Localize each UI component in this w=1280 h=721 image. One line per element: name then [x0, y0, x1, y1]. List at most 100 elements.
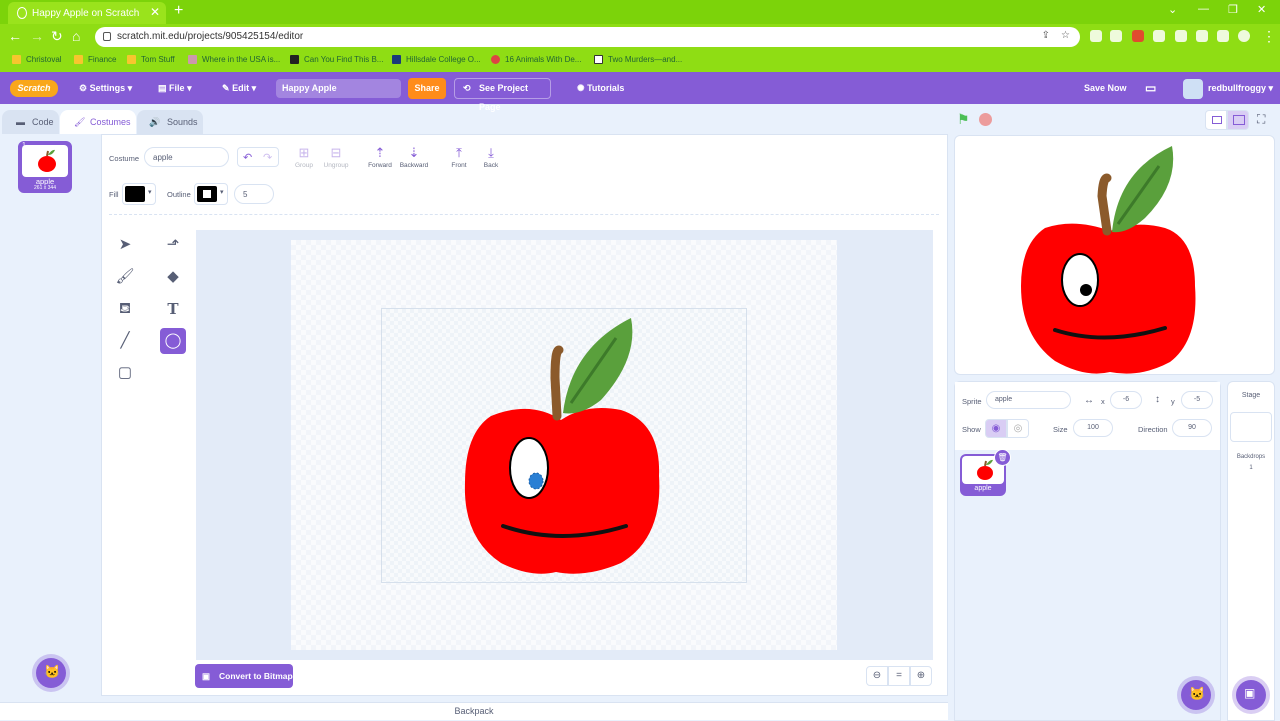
maximize-icon[interactable]: ❐ [1228, 3, 1238, 16]
forward-button[interactable]: ⇡ Forward [362, 146, 398, 170]
rectangle-tool[interactable]: ▢ [112, 360, 138, 386]
browser-tab[interactable]: Happy Apple on Scratch ✕ [8, 2, 166, 24]
edit-menu[interactable]: ✎ Edit ▾ [222, 83, 256, 94]
tab-costumes[interactable]: 🖌 Costumes [60, 110, 136, 134]
bookmark-star-icon[interactable]: ☆ [1061, 30, 1070, 41]
see-project-page-button[interactable]: ⟲ See Project Page [454, 78, 551, 112]
tutorials-button[interactable]: ✺ Tutorials [577, 83, 624, 94]
bookmark-item[interactable]: Hillsdale College O... [392, 55, 481, 64]
convert-to-bitmap-button[interactable]: ▣ Convert to Bitmap [195, 664, 293, 688]
sidebar-icon[interactable] [1217, 30, 1229, 42]
extension-icon-3[interactable] [1132, 30, 1144, 42]
extension-icon-4[interactable] [1153, 30, 1165, 42]
sprite-card[interactable]: apple 🗑 [960, 449, 1011, 496]
delete-sprite-icon[interactable]: 🗑 [994, 449, 1011, 466]
show-visible-button[interactable]: ◉ [985, 419, 1007, 438]
home-icon[interactable]: ⌂ [72, 28, 80, 44]
new-tab-icon[interactable]: + [174, 2, 183, 20]
stage[interactable] [954, 135, 1275, 375]
back-button[interactable]: ⤓ Back [473, 146, 509, 170]
extensions-puzzle-icon[interactable] [1175, 30, 1187, 42]
show-hidden-button[interactable]: ◎ [1007, 419, 1029, 438]
tab-search-icon[interactable]: ⌄ [1168, 3, 1177, 16]
apple-eye-shape[interactable] [509, 437, 549, 499]
small-stage-button[interactable] [1205, 110, 1227, 130]
tab-code[interactable]: ▬ Code [2, 110, 59, 134]
costume-card[interactable]: 1 apple 261 x 344 [18, 141, 72, 193]
bookmark-item[interactable]: 16 Animals With De... [491, 55, 581, 64]
save-now-button[interactable]: Save Now [1084, 83, 1127, 93]
extension-icon-2[interactable] [1110, 30, 1122, 42]
bookmark-item[interactable]: Tom Stuff [127, 55, 175, 64]
account-menu[interactable]: redbullfroggy ▾ [1208, 83, 1273, 94]
pupil-in-progress-shape[interactable] [528, 472, 544, 490]
ungroup-button[interactable]: ⊟ Ungroup [318, 146, 354, 170]
text-tool[interactable]: T [160, 296, 186, 322]
size-input[interactable]: 100 [1073, 419, 1113, 437]
reshape-tool[interactable]: ⬏ [160, 232, 186, 258]
back-arrow-icon[interactable]: ← [8, 28, 22, 44]
bookmark-item[interactable]: Finance [74, 55, 116, 64]
forward-arrow-icon[interactable]: → [30, 28, 44, 44]
front-button[interactable]: ⤒ Front [441, 146, 477, 170]
scratch-logo[interactable]: Scratch [10, 80, 58, 97]
zoom-out-button[interactable]: ⊖ [866, 666, 888, 686]
group-button[interactable]: ⊞ Group [286, 146, 322, 170]
circle-tool[interactable]: ◯ [160, 328, 186, 354]
apple-body-shape[interactable] [464, 407, 660, 574]
browser-menu-icon[interactable]: ⋮ [1262, 28, 1276, 45]
fullscreen-icon[interactable]: ⛶ [1257, 112, 1265, 127]
share-button[interactable]: Share [408, 78, 446, 99]
close-tab-icon[interactable]: ✕ [150, 5, 160, 19]
bookmark-item[interactable]: Christoval [12, 55, 62, 64]
username: redbullfroggy [1208, 83, 1266, 93]
bookmark-item[interactable]: Two Murders—and... [594, 55, 682, 64]
zoom-in-button[interactable]: ⊕ [910, 666, 932, 686]
stage-apple-sprite[interactable] [955, 136, 1276, 376]
url-bar[interactable]: scratch.mit.edu/projects/905425154/edito… [95, 27, 1080, 47]
stop-sign-icon[interactable] [979, 113, 992, 126]
redo-icon[interactable]: ↷ [263, 151, 272, 164]
x-input[interactable]: -6 [1110, 391, 1142, 409]
backward-button[interactable]: ⇣ Backward [396, 146, 432, 170]
apple-stem-shape[interactable] [550, 345, 564, 421]
download-icon[interactable] [1196, 30, 1208, 42]
chevron-down-icon: ▾ [220, 189, 224, 196]
zoom-reset-button[interactable]: = [888, 666, 910, 686]
my-stuff-folder-icon[interactable]: ▭ [1145, 81, 1156, 95]
apple-drawing[interactable] [381, 308, 747, 583]
stage-selector[interactable]: Stage Backdrops 1 [1227, 381, 1275, 721]
settings-menu[interactable]: ⚙ Settings ▾ [79, 83, 132, 94]
close-window-icon[interactable]: ✕ [1257, 3, 1266, 16]
green-flag-icon[interactable]: ⚑ [957, 111, 970, 128]
fill-tool[interactable]: ⛾ [112, 296, 138, 322]
sprite-name-input[interactable]: apple [986, 391, 1071, 409]
y-input[interactable]: -5 [1181, 391, 1213, 409]
bookmark-item[interactable]: Where in the USA is... [188, 55, 280, 64]
choose-sprite-button[interactable]: 🐱 [1181, 680, 1211, 710]
share-page-icon[interactable]: ⇪ [1042, 30, 1050, 41]
undo-icon[interactable]: ↶ [243, 151, 252, 164]
eraser-tool[interactable]: ◆ [160, 264, 186, 290]
line-tool[interactable]: ╱ [112, 328, 138, 354]
costume-name-input[interactable]: apple [144, 147, 229, 167]
choose-backdrop-button[interactable]: ▣ [1236, 680, 1266, 710]
choose-costume-button[interactable]: 🐱 [36, 658, 66, 688]
tab-sounds[interactable]: 🔊 Sounds [137, 110, 203, 134]
reload-icon[interactable]: ↻ [51, 28, 63, 45]
normal-stage-button[interactable] [1227, 110, 1249, 130]
direction-input[interactable]: 90 [1172, 419, 1212, 437]
minimize-icon[interactable]: — [1198, 3, 1209, 15]
brush-tool[interactable]: 🖌 [112, 264, 138, 290]
avatar[interactable] [1183, 79, 1203, 99]
backpack-bar[interactable]: Backpack [0, 702, 948, 720]
file-menu[interactable]: ▤ File ▾ [158, 83, 192, 94]
bookmark-item[interactable]: Can You Find This B... [290, 55, 383, 64]
outline-color-picker[interactable]: ▾ [194, 183, 228, 205]
profile-icon[interactable] [1238, 30, 1250, 42]
select-tool[interactable]: ➤ [112, 232, 138, 258]
extension-icon-1[interactable] [1090, 30, 1102, 42]
fill-color-picker[interactable]: ▾ [122, 183, 156, 205]
project-title-input[interactable]: Happy Apple [276, 79, 401, 98]
outline-width-input[interactable]: 5 [234, 184, 274, 204]
